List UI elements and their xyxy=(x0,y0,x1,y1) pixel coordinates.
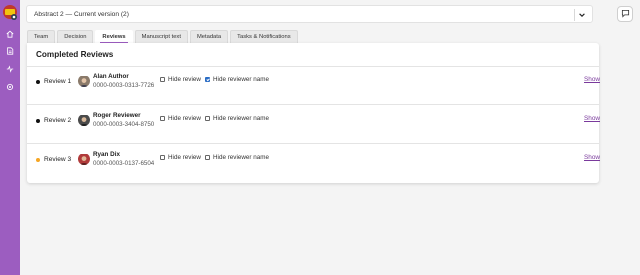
review-row: Review 3 Ryan Dix 0000-0003-0137-6504 Hi… xyxy=(27,144,600,182)
tab-team[interactable]: Team xyxy=(27,30,56,43)
hide-review-label: Hide review xyxy=(168,76,201,83)
review-label: Review 3 xyxy=(44,156,72,163)
reviewer-orcid: 0000-0003-0137-6504 xyxy=(93,160,155,167)
hide-review-checkbox[interactable] xyxy=(160,116,165,121)
tab-metadata[interactable]: Metadata xyxy=(189,30,229,43)
status-dot xyxy=(36,158,40,162)
version-title: Abstract 2 — Current version (2) xyxy=(34,10,129,18)
hide-review-checkbox[interactable] xyxy=(160,77,165,82)
hide-review-label: Hide review xyxy=(168,154,201,161)
review-label: Review 1 xyxy=(44,78,72,85)
tab-tasks-notifications[interactable]: Tasks & Notifications xyxy=(230,30,298,43)
tab-manuscript-text[interactable]: Manuscript text xyxy=(134,30,188,43)
hide-reviewer-name-checkbox[interactable] xyxy=(205,116,210,121)
reviews-panel: Completed Reviews Review 1 Alan Author 0… xyxy=(27,43,600,183)
hide-reviewer-name-label: Hide reviewer name xyxy=(213,115,269,122)
divider xyxy=(574,9,575,21)
review-row: Review 1 Alan Author 0000-0003-0313-7726… xyxy=(27,66,600,104)
chevron-down-icon[interactable] xyxy=(576,9,588,21)
reviewer-name: Roger Reviewer xyxy=(93,112,141,119)
show-review-link[interactable]: Show xyxy=(584,76,600,83)
tab-decision[interactable]: Decision xyxy=(57,30,94,43)
avatar xyxy=(78,75,90,87)
hide-reviewer-name-checkbox[interactable] xyxy=(205,77,210,82)
hide-review-checkbox[interactable] xyxy=(160,155,165,160)
nav-rail xyxy=(0,0,20,275)
hide-reviewer-name-checkbox[interactable] xyxy=(205,155,210,160)
settings-icon[interactable] xyxy=(5,82,15,92)
hide-review-label: Hide review xyxy=(168,115,201,122)
reviewer-name: Ryan Dix xyxy=(93,151,120,158)
reviewer-name: Alan Author xyxy=(93,73,129,80)
home-icon[interactable] xyxy=(5,29,15,39)
panel-title: Completed Reviews xyxy=(36,50,114,59)
tab-bar: Team Decision Reviews Manuscript text Me… xyxy=(27,30,300,43)
document-icon[interactable] xyxy=(5,46,15,56)
reviewer-orcid: 0000-0003-0313-7726 xyxy=(93,82,155,89)
avatar xyxy=(78,153,90,165)
hide-reviewer-name-label: Hide reviewer name xyxy=(213,76,269,83)
review-label: Review 2 xyxy=(44,117,72,124)
tab-reviews[interactable]: Reviews xyxy=(95,30,133,43)
chat-button[interactable] xyxy=(617,6,633,22)
show-review-link[interactable]: Show xyxy=(584,115,600,122)
avatar xyxy=(78,114,90,126)
chat-icon xyxy=(621,5,630,23)
hide-reviewer-name-label: Hide reviewer name xyxy=(213,154,269,161)
status-dot xyxy=(36,80,40,84)
status-dot xyxy=(36,119,40,123)
activity-icon[interactable] xyxy=(5,64,15,74)
show-review-link[interactable]: Show xyxy=(584,154,600,161)
review-row: Review 2 Roger Reviewer 0000-0003-3404-8… xyxy=(27,105,600,143)
app-logo[interactable] xyxy=(2,4,18,21)
version-selector[interactable]: Abstract 2 — Current version (2) xyxy=(26,5,593,23)
reviewer-orcid: 0000-0003-3404-8750 xyxy=(93,121,155,128)
